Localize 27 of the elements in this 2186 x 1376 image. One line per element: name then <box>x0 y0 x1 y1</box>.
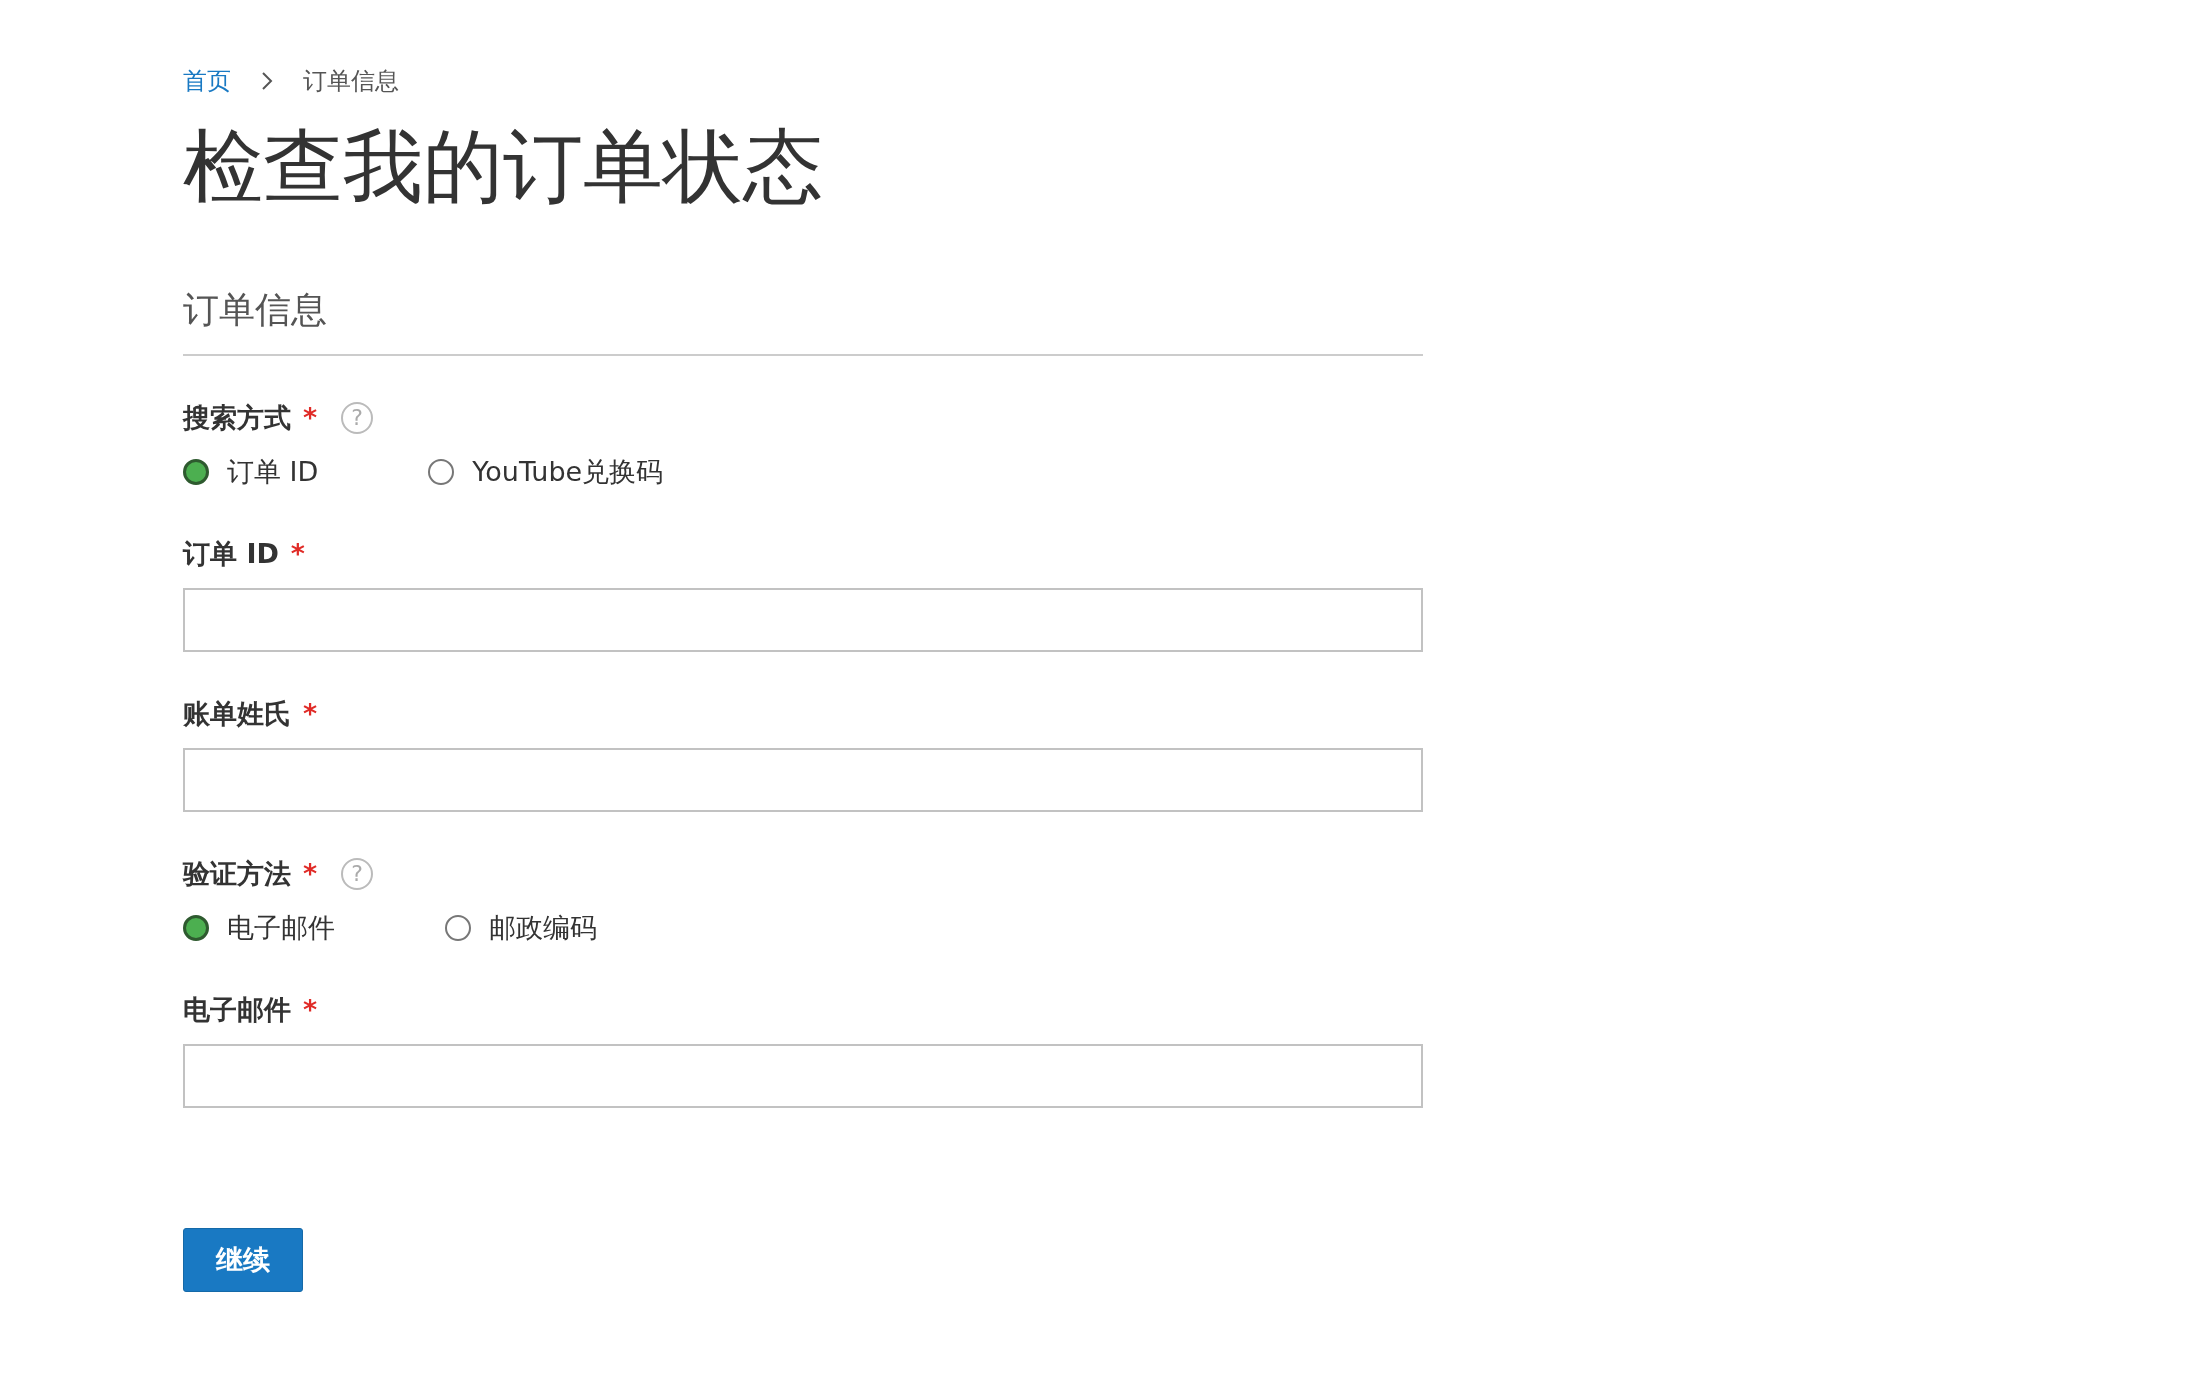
breadcrumb-link[interactable]: 首页 <box>183 63 231 99</box>
field-label: 验证方法 <box>183 856 291 891</box>
radio-option[interactable]: 邮政编码 <box>445 907 597 949</box>
field-label: 电子邮件 <box>183 992 291 1027</box>
radio-button[interactable] <box>428 459 455 485</box>
field-label: 搜索方式 <box>183 400 291 435</box>
section-title: 订单信息 <box>183 288 328 332</box>
required-mark: * <box>303 696 318 731</box>
continue-button[interactable]: 继续 <box>183 1228 303 1292</box>
chevron-right-icon <box>261 71 273 91</box>
radio-option[interactable]: 订单 ID <box>183 451 319 493</box>
breadcrumb-current: 订单信息 <box>303 66 399 97</box>
required-mark: * <box>290 536 305 571</box>
radio-option[interactable]: YouTube兑换码 <box>428 451 664 493</box>
text-field[interactable] <box>183 588 1423 652</box>
text-field[interactable] <box>183 748 1423 812</box>
field-label: 账单姓氏 <box>183 696 291 731</box>
required-mark: * <box>303 400 318 435</box>
radio-option[interactable]: 电子邮件 <box>183 907 335 949</box>
radio-button[interactable] <box>183 915 209 941</box>
page-title: 检查我的订单状态 <box>183 119 824 215</box>
radio-button[interactable] <box>445 915 471 941</box>
radio-button[interactable] <box>183 459 209 485</box>
required-mark: * <box>303 856 318 891</box>
field-label: 订单 ID <box>183 536 279 571</box>
required-mark: * <box>303 992 318 1027</box>
text-field[interactable] <box>183 1044 1423 1108</box>
